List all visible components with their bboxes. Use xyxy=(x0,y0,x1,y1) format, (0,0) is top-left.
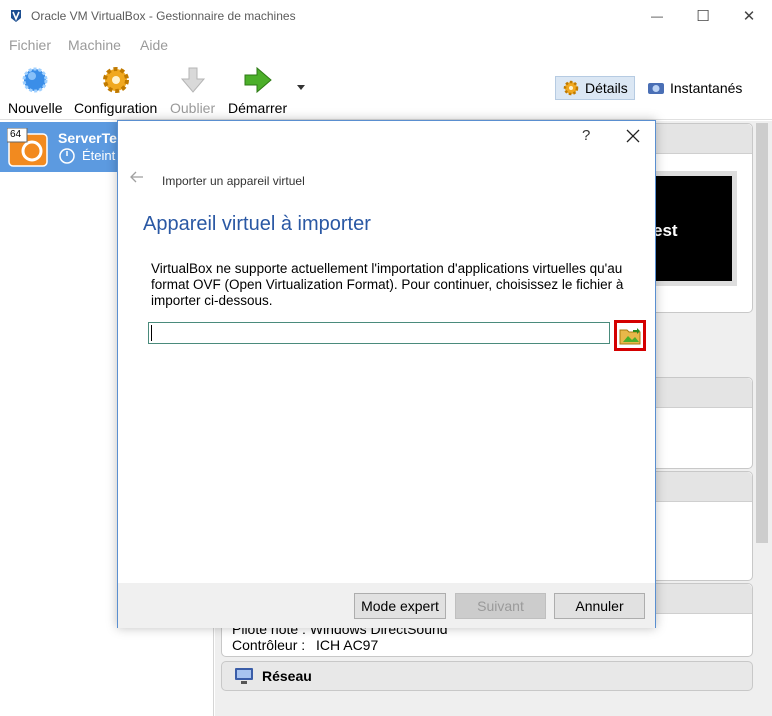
wizard-description: VirtualBox ne supporte actuellement l'im… xyxy=(151,261,624,308)
camera-icon xyxy=(648,83,664,94)
minimize-icon: — xyxy=(651,9,663,23)
vm-name: ServerTe xyxy=(58,130,117,146)
browse-file-button[interactable] xyxy=(614,320,646,351)
dialog-close-button[interactable] xyxy=(618,121,648,151)
details-mode-button[interactable]: Détails xyxy=(555,76,635,100)
close-window-button[interactable]: ✕ xyxy=(726,0,772,32)
menu-aide[interactable]: Aide xyxy=(140,37,168,53)
vm-state: Éteint xyxy=(82,148,116,163)
menu-fichier[interactable]: Fichier xyxy=(9,37,51,53)
new-star-icon xyxy=(22,67,48,93)
gear-icon xyxy=(102,67,129,93)
details-gear-icon xyxy=(563,80,579,96)
wizard-breadcrumb: Importer un appareil virtuel xyxy=(162,174,305,188)
new-vm-button[interactable]: Nouvelle xyxy=(8,64,62,116)
network-icon xyxy=(235,668,253,684)
snapshots-mode-button[interactable]: Instantanés xyxy=(641,76,748,100)
power-off-icon xyxy=(59,148,75,164)
network-panel-header[interactable]: Réseau xyxy=(221,661,753,691)
maximize-button[interactable]: ☐ xyxy=(680,0,726,32)
discard-arrow-down-icon xyxy=(180,67,205,93)
start-button[interactable]: Démarrer xyxy=(228,64,287,116)
vm-preview-text: est xyxy=(653,221,678,240)
audio-controller-label: Contrôleur : xyxy=(232,637,306,653)
audio-controller-value: ICH AC97 xyxy=(316,637,379,653)
start-label: Démarrer xyxy=(228,100,288,116)
settings-label: Configuration xyxy=(74,100,158,116)
arch-badge: 64 xyxy=(10,129,22,140)
close-icon xyxy=(626,129,640,143)
start-arrow-icon xyxy=(244,66,272,94)
back-arrow-icon[interactable] xyxy=(130,171,144,183)
discard-label: Oublier xyxy=(170,100,216,116)
menu-bar: Fichier Machine Aide xyxy=(0,32,772,58)
virtualbox-logo-icon xyxy=(11,10,21,22)
close-icon: ✕ xyxy=(742,8,756,25)
snapshots-mode-label: Instantanés xyxy=(670,80,743,96)
help-button[interactable]: ? xyxy=(582,127,590,144)
details-mode-label: Détails xyxy=(585,80,628,96)
minimize-button[interactable]: — xyxy=(634,0,680,32)
maximize-icon: ☐ xyxy=(696,8,710,25)
start-dropdown-arrow-icon[interactable] xyxy=(297,85,305,90)
window-title: Oracle VM VirtualBox - Gestionnaire de m… xyxy=(31,9,296,23)
folder-open-icon xyxy=(619,327,641,344)
details-scrollbar-thumb[interactable] xyxy=(756,123,768,543)
expert-mode-button[interactable]: Mode expert xyxy=(354,593,446,619)
menu-machine[interactable]: Machine xyxy=(68,37,121,53)
import-appliance-dialog: ? Importer un appareil virtuel Appareil … xyxy=(117,120,656,628)
wizard-page-title: Appareil virtuel à importer xyxy=(143,213,371,235)
title-bar: Oracle VM VirtualBox - Gestionnaire de m… xyxy=(0,0,772,32)
text-caret xyxy=(151,325,152,341)
new-vm-label: Nouvelle xyxy=(8,100,63,116)
discard-button[interactable]: Oublier xyxy=(170,64,215,116)
cancel-button[interactable]: Annuler xyxy=(554,593,645,619)
appliance-file-input[interactable] xyxy=(148,322,610,344)
network-panel-title: Réseau xyxy=(262,668,312,684)
settings-button[interactable]: Configuration xyxy=(74,64,157,116)
next-button[interactable]: Suivant xyxy=(455,593,546,619)
